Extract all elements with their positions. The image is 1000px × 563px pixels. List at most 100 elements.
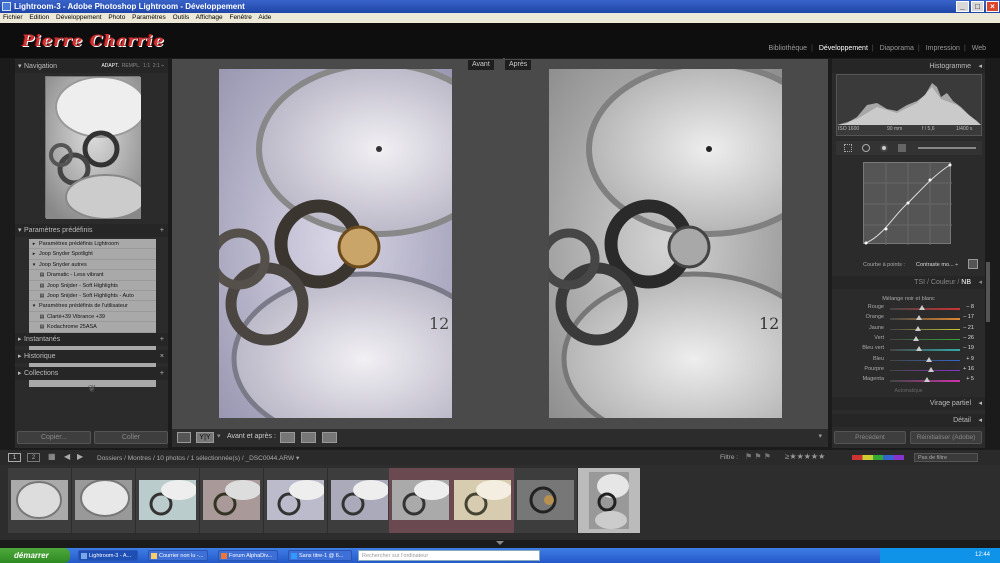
tab-tsi[interactable]: TSI [914,279,925,286]
menu-fenetre[interactable]: Fenêtre [229,14,251,21]
slider-value[interactable]: – 8 [966,304,974,310]
swap-before-after-icon[interactable] [322,432,337,443]
slider-value[interactable]: – 19 [963,345,974,351]
bw-slider-row[interactable]: Bleu vert – 19 [838,345,980,356]
module-impression[interactable]: Impression [926,45,960,52]
brush-slider[interactable] [918,147,976,149]
slider-track[interactable] [890,349,960,351]
rating-filter-icon[interactable]: ≥★★★★★ [785,452,825,461]
slider-knob[interactable] [916,315,923,321]
right-panel-scrollbar[interactable] [986,262,990,322]
close-button[interactable]: × [986,1,999,12]
desktop-search-input[interactable]: Rechercher sur l'ordinateur [358,550,540,561]
bw-slider-row[interactable]: Magenta + 5 [838,376,980,387]
detail-header[interactable]: Détail ◂ [832,414,985,427]
bw-slider-row[interactable]: Vert – 26 [838,335,980,346]
toolbar-menu-icon[interactable]: ▾ [818,432,822,440]
bw-slider-row[interactable]: Jaune – 21 [838,325,980,336]
crop-tool-icon[interactable] [844,144,852,152]
menu-edition[interactable]: Edition [29,14,49,21]
add-collection-icon[interactable]: + [160,367,164,380]
zoom-adapt[interactable]: ADAPT. [101,63,119,69]
menu-developpement[interactable]: Développement [56,14,102,21]
before-after-yy-icon[interactable]: Y|Y [196,432,214,443]
slider-knob[interactable] [925,356,932,362]
point-curve-select[interactable]: Contraste mo... ÷ [916,262,958,268]
color-label-filter[interactable] [852,455,904,460]
slider-knob[interactable] [924,377,931,383]
split-toning-header[interactable]: Virage partiel ◂ [832,397,985,410]
module-web[interactable]: Web [972,45,986,52]
film-thumb[interactable] [451,468,514,533]
film-thumb[interactable] [389,468,452,533]
collections-header[interactable]: ▸ Collections + [15,367,168,380]
add-preset-icon[interactable]: + [160,224,164,237]
film-thumb[interactable] [8,468,71,533]
preset-item[interactable]: ▾ Paramètres prédéfinis de l'utilisateur [29,301,156,312]
slider-track[interactable] [890,328,960,331]
task-mail[interactable]: Courrier non lu -... [148,550,208,561]
navigator-preview[interactable] [45,76,147,220]
slider-track[interactable] [890,338,960,341]
bw-slider-row[interactable]: Bleu + 9 [838,356,980,367]
filter-preset-select[interactable]: Pas de filtre [914,453,978,462]
film-thumb[interactable] [514,468,577,533]
preset-item[interactable]: ▤ Kodachrome 25ASA [29,322,156,333]
graduated-filter-icon[interactable] [898,144,906,152]
module-diaporama[interactable]: Diaporama [880,45,914,52]
snapshots-header[interactable]: ▸ Instantanés + [15,333,168,346]
forward-arrow-icon[interactable]: ▶ [77,452,83,461]
menu-affichage[interactable]: Affichage [196,14,223,21]
film-thumb[interactable] [200,468,263,533]
menu-outils[interactable]: Outils [173,14,190,21]
before-image[interactable]: 12 [208,61,502,447]
menu-parametres[interactable]: Paramètres [132,14,166,21]
module-bibliotheque[interactable]: Bibliothèque [769,45,808,52]
film-thumb[interactable] [136,468,199,533]
filmstrip-collapse-icon[interactable] [496,541,504,545]
film-thumb-selected[interactable] [578,468,640,533]
slider-value[interactable]: – 21 [963,325,974,331]
presets-header[interactable]: ▾ Paramètres prédéfinis + [15,224,168,237]
slider-value[interactable]: + 16 [963,366,974,372]
preset-item[interactable]: ▤ Joop Snijder - Soft Highlights [29,281,156,291]
view-dropdown-icon[interactable]: ▾ [217,432,221,440]
back-arrow-icon[interactable]: ◀ [64,452,70,461]
preset-item[interactable]: ▸ Paramètres prédéfinis Lightroom [29,239,156,250]
after-image[interactable]: 12 [538,61,832,447]
slider-track[interactable] [890,318,960,320]
reset-button[interactable]: Réinitialiser (Adobe) [910,431,982,444]
slider-value[interactable]: – 26 [963,335,974,341]
module-developpement[interactable]: Développement [819,45,868,52]
add-snapshot-icon[interactable]: + [160,333,164,346]
tone-curve[interactable] [863,162,952,245]
zoom-rempl[interactable]: REMPL. [122,63,141,69]
menu-aide[interactable]: Aide [258,14,271,21]
flag-filter-icon[interactable]: ⚑ ⚑ ⚑ [745,452,771,461]
copy-after-to-before-icon[interactable] [301,432,316,443]
preset-item[interactable]: ▾ Joop Snyder autres [29,260,156,271]
bw-slider-row[interactable]: Orange – 17 [838,314,980,325]
slider-value[interactable]: – 17 [963,314,974,320]
curve-target-icon[interactable] [968,259,978,269]
menu-fichier[interactable]: Fichier [3,14,23,21]
slider-value[interactable]: + 9 [966,356,974,362]
menu-photo[interactable]: Photo [108,14,125,21]
page-1-button[interactable]: 1 [8,453,21,462]
slider-value[interactable]: + 5 [966,376,974,382]
slider-track[interactable] [890,369,960,372]
zoom-1-1[interactable]: 1:1 [143,63,150,69]
film-thumb[interactable] [72,468,135,533]
slider-knob[interactable] [915,325,921,331]
page-2-button[interactable]: 2 [27,453,40,462]
clear-history-icon[interactable]: × [160,350,164,363]
maximize-button[interactable]: □ [971,1,984,12]
preset-item[interactable]: ▤ Joop Snijder - Soft Highlights - Auto [29,291,156,302]
slider-knob[interactable] [927,366,934,372]
spot-removal-icon[interactable] [862,144,870,152]
copy-settings-button[interactable]: Copier... [17,431,91,444]
history-header[interactable]: ▸ Historique × [15,350,168,363]
slider-knob[interactable] [919,305,926,310]
preset-item[interactable]: ▤ Clarté+39 Vibrance +39 [29,312,156,323]
start-button[interactable]: démarrer [0,548,70,563]
